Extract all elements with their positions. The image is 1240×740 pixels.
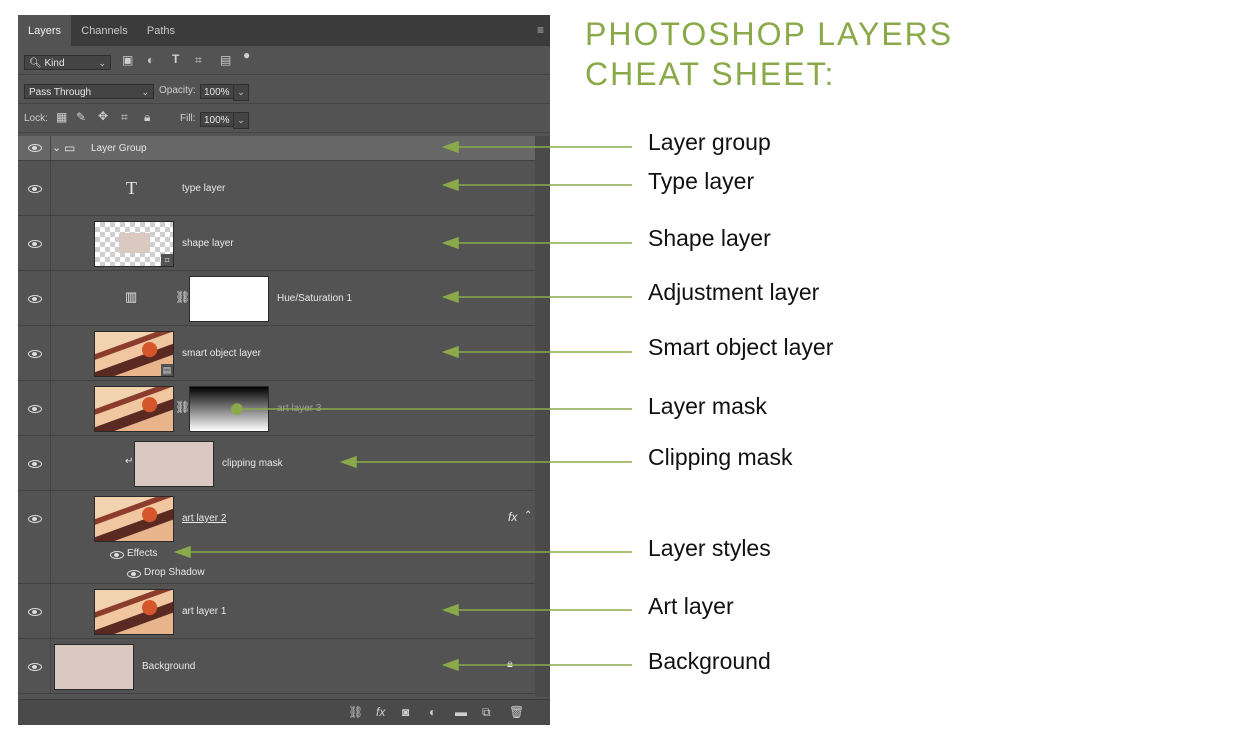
arrowhead-shape-layer	[441, 236, 459, 250]
arrowhead-background	[441, 658, 459, 672]
arrowhead-type-layer	[441, 178, 459, 192]
arrowhead-art-layer	[441, 603, 459, 617]
arrowhead-layer-styles	[173, 545, 191, 559]
arrowhead-adjustment-layer	[441, 290, 459, 304]
arrowhead-smart-object-layer	[441, 345, 459, 359]
callout-arrows	[173, 140, 632, 672]
arrowhead-clipping-mask	[339, 455, 357, 469]
arrowhead-layer-group	[441, 140, 459, 154]
dot-layer-mask	[231, 403, 243, 415]
